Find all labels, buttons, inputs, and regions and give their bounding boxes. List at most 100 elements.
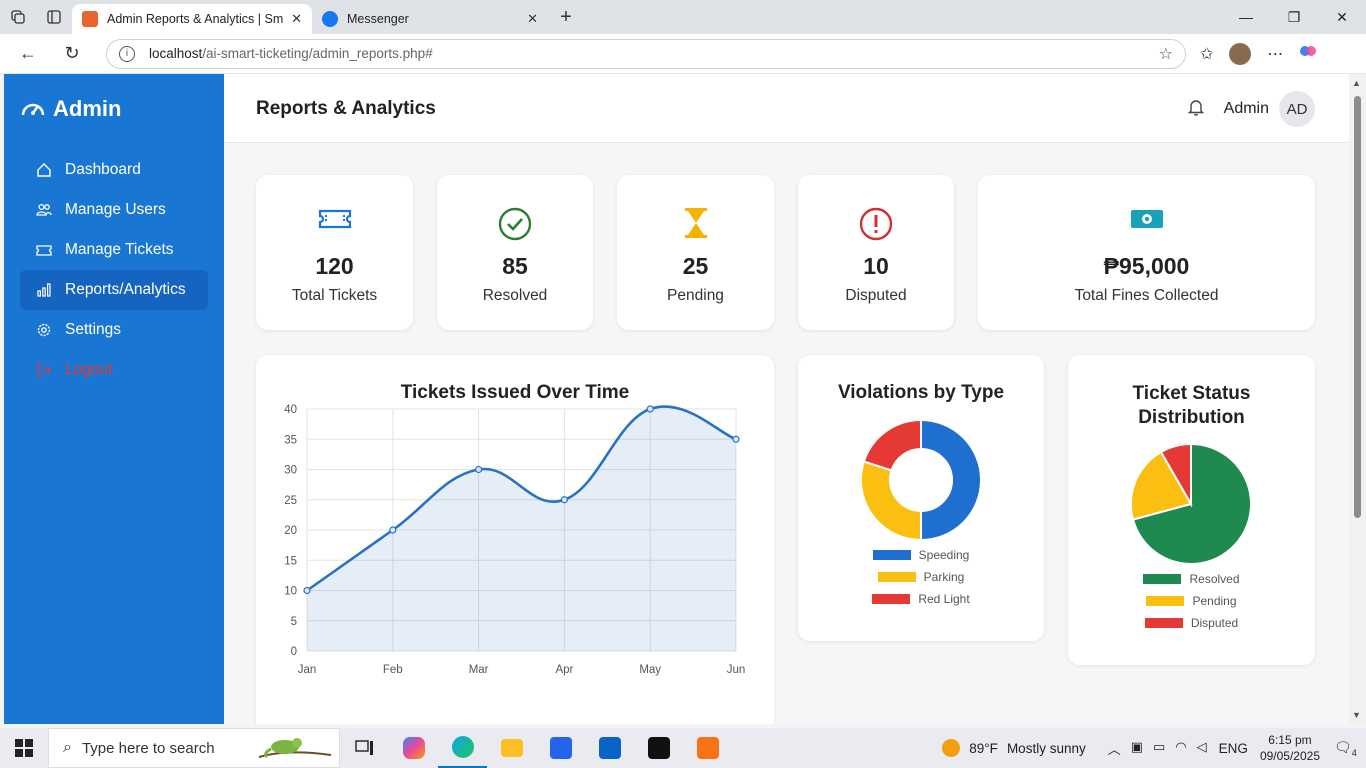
sidebar-item-manage-users[interactable]: Manage Users xyxy=(20,190,208,230)
xampp-app-icon[interactable] xyxy=(683,728,732,768)
pie-chart-card: Ticket Status Distribution Resolved Pendi… xyxy=(1068,355,1315,665)
x-tick-label: Feb xyxy=(383,664,403,676)
stat-value: 85 xyxy=(502,253,528,279)
x-tick-label: Mar xyxy=(469,664,489,676)
close-tab-icon[interactable]: ✕ xyxy=(291,11,302,27)
data-point xyxy=(732,435,740,443)
tab-messenger[interactable]: Messenger ✕ xyxy=(312,4,548,34)
legend-label: Speeding xyxy=(918,548,970,562)
page-scrollbar[interactable]: ▲ ▼ xyxy=(1349,74,1366,724)
data-point xyxy=(475,465,483,474)
sidebar-item-reports-analytics[interactable]: Reports/Analytics xyxy=(20,270,208,310)
back-icon[interactable]: ← xyxy=(6,34,50,74)
capcut-icon[interactable] xyxy=(634,728,683,768)
scroll-up-icon[interactable]: ▲ xyxy=(1352,78,1361,88)
microsoft-store-icon[interactable] xyxy=(536,728,585,768)
favorite-star-icon[interactable]: ☆ xyxy=(1159,44,1173,64)
chameleon-illustration-icon xyxy=(257,731,333,765)
legend-item[interactable]: Resolved xyxy=(1068,572,1315,586)
sidebar-item-settings[interactable]: Settings xyxy=(20,310,208,350)
profile-avatar[interactable] xyxy=(1229,42,1252,65)
new-tab-button[interactable]: + xyxy=(548,6,584,29)
task-view-icon[interactable] xyxy=(340,728,389,768)
legend-item[interactable]: Pending xyxy=(1068,594,1315,608)
scroll-down-icon[interactable]: ▼ xyxy=(1352,710,1361,720)
legend-swatch xyxy=(877,572,916,582)
bell-icon[interactable] xyxy=(1187,98,1204,121)
close-tab-icon[interactable]: ✕ xyxy=(527,11,538,27)
data-point xyxy=(389,526,397,534)
favorites-icon[interactable]: ✩ xyxy=(1200,44,1213,64)
edge-browser-icon[interactable] xyxy=(438,728,487,768)
xampp-favicon-icon xyxy=(82,11,98,27)
scrollbar-thumb[interactable] xyxy=(1354,96,1361,518)
tab-admin-reports[interactable]: Admin Reports & Analytics | Smar ✕ xyxy=(72,4,312,34)
tab-actions-icon[interactable] xyxy=(36,0,72,34)
refresh-icon[interactable]: ↻ xyxy=(50,34,94,74)
restore-icon[interactable]: ❐ xyxy=(1270,0,1318,34)
wifi-icon[interactable]: ◠ xyxy=(1175,739,1186,758)
language-indicator[interactable]: ENG xyxy=(1219,741,1248,756)
gear-icon xyxy=(35,322,53,338)
slice-parking xyxy=(860,460,922,542)
windows-start-icon[interactable] xyxy=(0,728,48,768)
stat-card-disputed: 10 Disputed xyxy=(798,175,954,330)
brand: Admin xyxy=(20,96,121,122)
stat-label: Disputed xyxy=(845,287,907,304)
more-menu-icon[interactable]: ⋯ xyxy=(1267,44,1283,64)
chevron-up-icon[interactable]: ︿ xyxy=(1108,739,1121,758)
legend-item[interactable]: Parking xyxy=(798,570,1044,584)
meet-now-icon[interactable]: ▣ xyxy=(1131,739,1143,758)
sidebar: Admin Dashboard Manage Users Manage Tick… xyxy=(4,74,224,724)
copilot-app-icon[interactable] xyxy=(389,728,438,768)
clock[interactable]: 6:15 pm 09/05/2025 xyxy=(1260,732,1320,764)
workspaces-icon[interactable] xyxy=(0,0,36,34)
url-field[interactable]: i localhost/ai-smart-ticketing/admin_rep… xyxy=(106,38,1186,69)
legend-label: Pending xyxy=(1192,594,1237,608)
address-bar: ← ↻ i localhost/ai-smart-ticketing/admin… xyxy=(0,34,1366,74)
x-tick-label: Jun xyxy=(727,664,746,676)
slice-red-light xyxy=(862,418,922,472)
close-window-icon[interactable]: ✕ xyxy=(1318,0,1366,34)
y-tick-label: 15 xyxy=(284,555,297,567)
x-tick-label: Jan xyxy=(298,664,317,676)
volume-icon[interactable]: ◁ xyxy=(1197,739,1207,758)
minimize-icon[interactable]: — xyxy=(1222,0,1270,34)
site-info-icon[interactable]: i xyxy=(119,45,135,62)
avatar[interactable]: AD xyxy=(1279,91,1315,127)
stat-value: 120 xyxy=(315,253,354,279)
taskbar-search[interactable]: ⌕ Type here to search xyxy=(48,728,340,768)
weather-widget[interactable]: 89°F Mostly sunny xyxy=(942,739,1086,757)
file-explorer-icon[interactable] xyxy=(487,728,536,768)
logout-icon xyxy=(35,362,53,378)
outlook-icon[interactable] xyxy=(585,728,634,768)
battery-icon[interactable]: ▭ xyxy=(1153,739,1165,758)
stat-value: 10 xyxy=(863,253,889,279)
sidebar-item-label: Manage Tickets xyxy=(65,241,174,258)
user-name[interactable]: Admin xyxy=(1224,100,1269,118)
clock-date: 09/05/2025 xyxy=(1259,749,1320,763)
sidebar-item-logout[interactable]: Logout xyxy=(20,350,208,390)
line-chart-card: Tickets Issued Over Time 0 5 10 15 20 25 30 35 4… xyxy=(256,355,774,724)
sidebar-item-dashboard[interactable]: Dashboard xyxy=(20,150,208,190)
copilot-icon[interactable] xyxy=(1299,42,1317,65)
legend-item[interactable]: Red Light xyxy=(798,592,1044,606)
chart-title: Ticket Status Distribution xyxy=(1132,383,1251,428)
legend-item[interactable]: Speeding xyxy=(798,548,1044,562)
legend-item[interactable]: Disputed xyxy=(1068,616,1315,630)
sidebar-item-manage-tickets[interactable]: Manage Tickets xyxy=(20,230,208,270)
data-point xyxy=(303,586,311,595)
weather-desc: Mostly sunny xyxy=(1006,740,1086,756)
sidebar-item-label: Dashboard xyxy=(65,161,141,178)
donut-chart-card: Violations by Type Speeding Parking Red Li… xyxy=(798,355,1044,641)
main-content: Reports & Analytics Admin AD 120 Total T… xyxy=(224,74,1349,724)
messenger-favicon-icon xyxy=(322,11,338,27)
taskbar: ⌕ Type here to search 89°F Mostly sunny … xyxy=(0,728,1366,768)
notification-center-icon[interactable]: 🗨4 xyxy=(1334,739,1358,758)
page-title: Reports & Analytics xyxy=(256,98,436,119)
stat-label: Pending xyxy=(667,287,724,304)
donut-chart xyxy=(860,418,982,542)
legend-label: Red Light xyxy=(918,592,970,606)
y-tick-label: 10 xyxy=(284,586,297,598)
legend-label: Parking xyxy=(923,570,965,584)
